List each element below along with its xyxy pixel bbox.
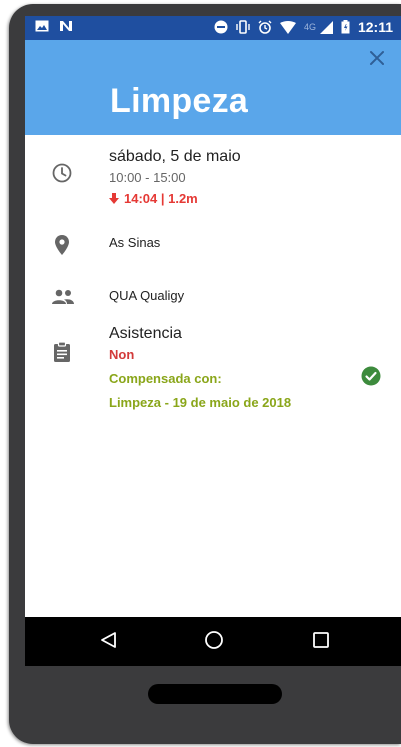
- app-screen: 4G 12:11 Limpeza sábado, 5 de maio 10:00…: [25, 16, 401, 666]
- vibrate-icon: [236, 20, 250, 34]
- arrival-text: 14:04 | 1.2m: [124, 191, 198, 206]
- check-circle-icon: [361, 366, 381, 386]
- app-header: Limpeza: [25, 40, 401, 135]
- home-circle-icon[interactable]: [204, 630, 224, 650]
- location-text: As Sinas: [109, 235, 161, 250]
- people-icon: [52, 289, 74, 304]
- clock-time: 12:11: [357, 19, 393, 35]
- device-home-bar: [148, 684, 282, 704]
- clock-icon: [52, 163, 72, 183]
- status-bar: 4G 12:11: [25, 16, 401, 40]
- alarm-icon: [258, 20, 272, 34]
- compensated-label: Compensada con:: [109, 371, 222, 386]
- signal-icon: [319, 20, 333, 34]
- page-title: Limpeza: [110, 82, 249, 120]
- location-pin-icon: [55, 235, 69, 255]
- event-date: sábado, 5 de maio: [109, 148, 241, 165]
- do-not-disturb-icon: [214, 20, 228, 34]
- event-time-range: 10:00 - 15:00: [109, 170, 186, 185]
- gallery-icon: [35, 20, 49, 32]
- back-triangle-icon[interactable]: [99, 630, 119, 650]
- attendance-row: Asistencia Non Compensada con: Limpeza -…: [25, 325, 401, 410]
- arrow-down-icon: [109, 193, 119, 204]
- group-text: QUA Qualigy: [109, 288, 185, 303]
- network-type: 4G: [303, 22, 316, 32]
- wifi-icon: [279, 20, 296, 34]
- notification-n-icon: [60, 21, 72, 31]
- clipboard-icon: [54, 341, 70, 362]
- arrival-info: 14:04 | 1.2m: [109, 191, 391, 206]
- attendance-label: Asistencia: [109, 325, 182, 342]
- battery-icon: [341, 20, 350, 34]
- compensated-event: Limpeza - 19 de maio de 2018: [109, 395, 292, 410]
- close-icon[interactable]: [367, 48, 387, 68]
- recents-square-icon[interactable]: [311, 630, 331, 650]
- attendance-status: Non: [109, 347, 135, 362]
- navigation-bar: [25, 617, 401, 666]
